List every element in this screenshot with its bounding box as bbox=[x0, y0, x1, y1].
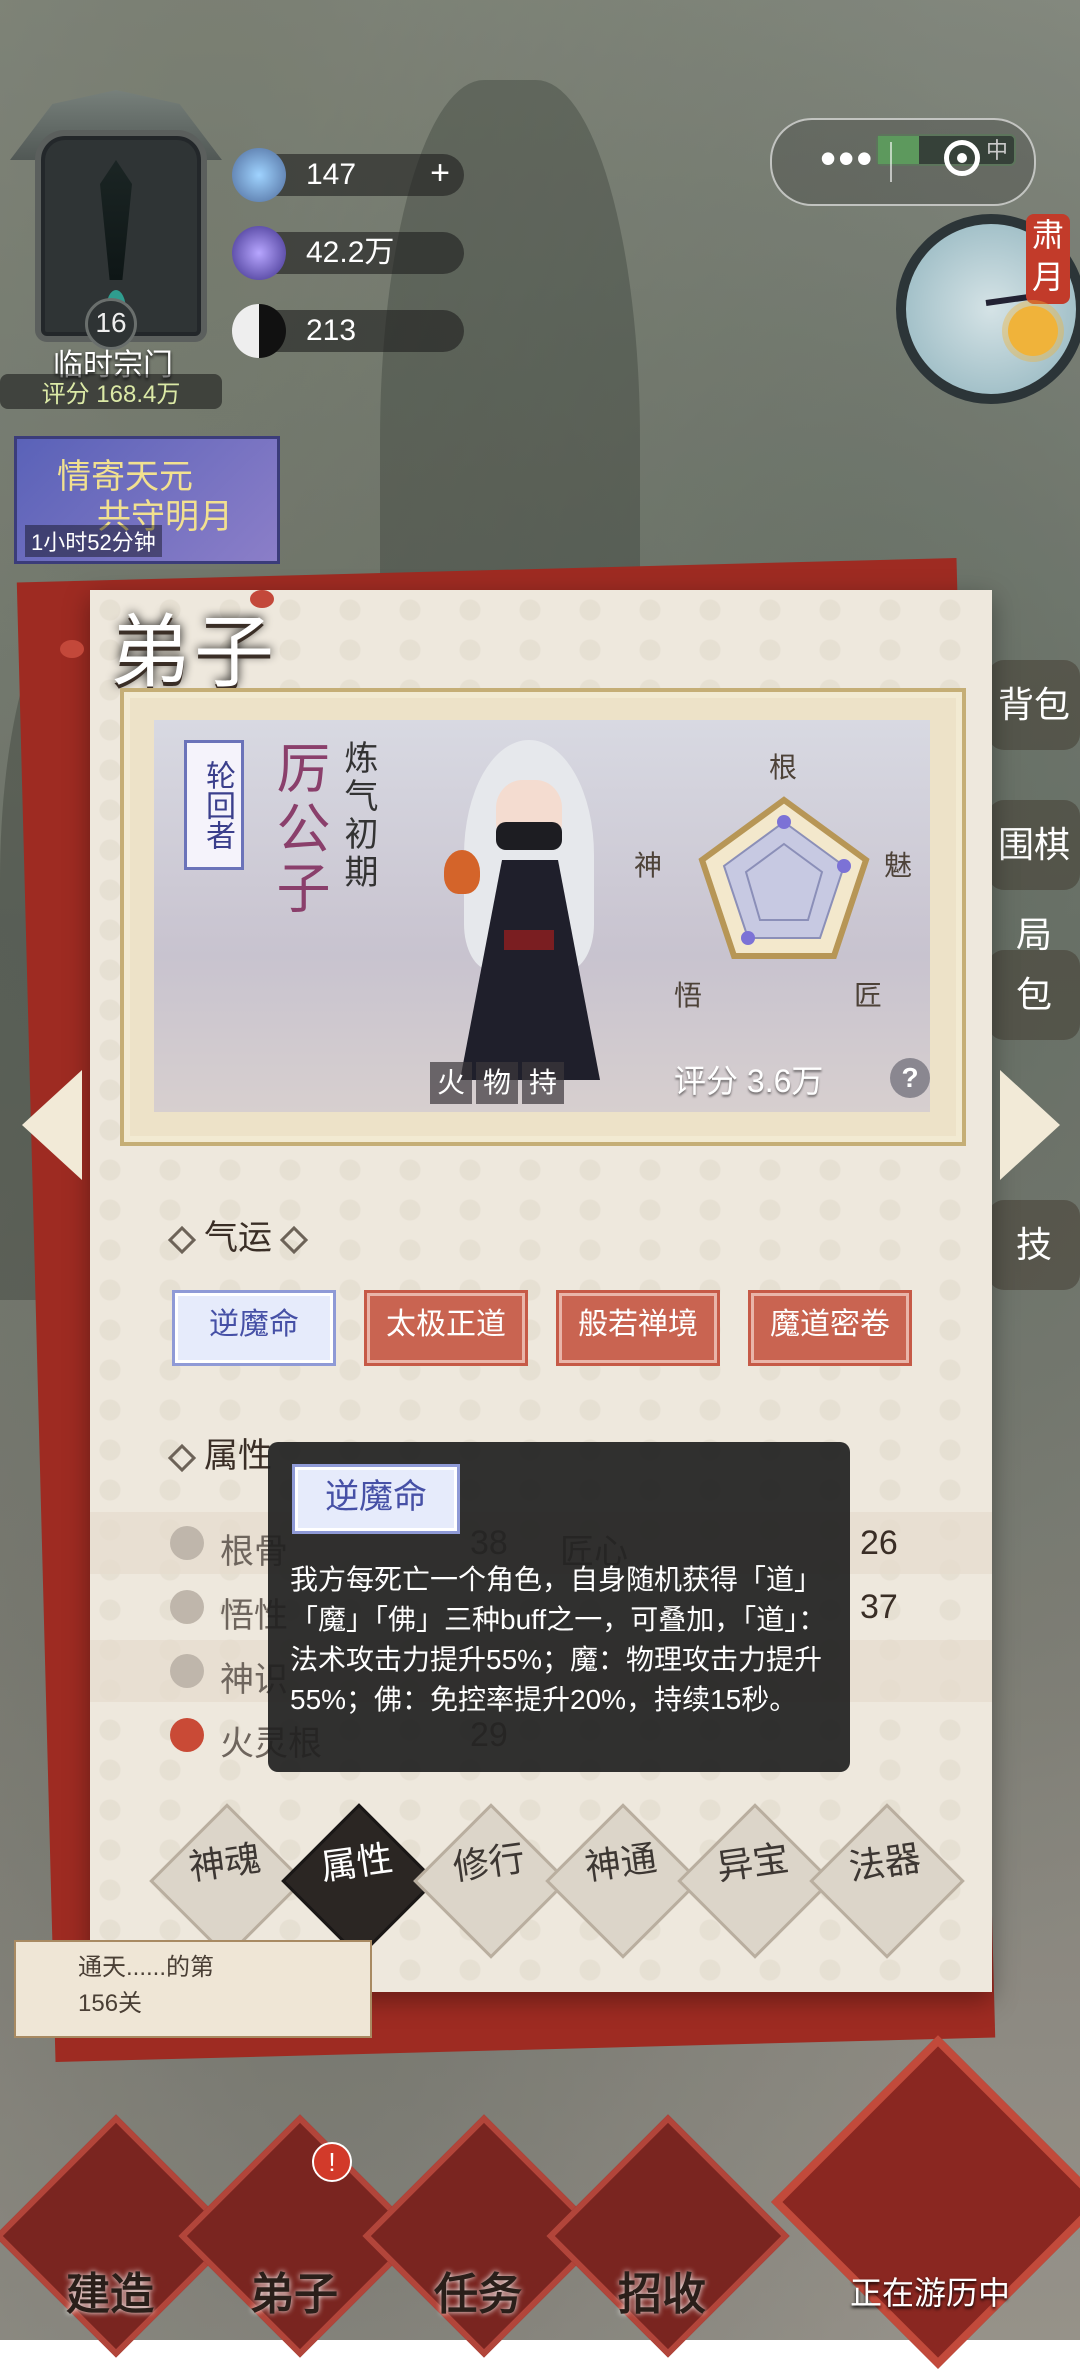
add-icon[interactable]: + bbox=[430, 152, 450, 194]
capsule-divider bbox=[890, 142, 892, 182]
radar-point bbox=[741, 931, 755, 945]
disciple-realm: 炼气初期 bbox=[339, 740, 377, 892]
attr-value-2: 37 bbox=[860, 1588, 898, 1626]
radar-point bbox=[837, 859, 851, 873]
sect-score: 评分 168.4万 bbox=[0, 374, 222, 409]
more-icon[interactable]: ••• bbox=[820, 135, 874, 181]
disciple-card: 轮回者 厉公子 炼气初期 火 物 持 根 魅 匠 悟 神 评分 3.6万 ? bbox=[120, 688, 966, 1146]
cloud-spirit-icon bbox=[232, 148, 286, 202]
fortune-modao[interactable]: 魔道密卷 bbox=[748, 1290, 912, 1366]
fortune-header-label: 气运 bbox=[204, 1219, 272, 1257]
resource-crystal[interactable]: 42.2万 bbox=[232, 226, 464, 280]
travel-label: 正在游历中 bbox=[849, 2275, 1010, 2311]
fortune-taiji[interactable]: 太极正道 bbox=[364, 1290, 528, 1366]
radar-label-spirit: 神 bbox=[634, 849, 663, 882]
fortune-banruo[interactable]: 般若禅境 bbox=[556, 1290, 720, 1366]
disciple-portrait-area[interactable]: 轮回者 厉公子 炼气初期 火 物 持 根 魅 匠 悟 神 评分 3.6万 ? bbox=[154, 720, 930, 1112]
tag-sustain: 持 bbox=[522, 1062, 564, 1104]
yin-yang-icon bbox=[232, 304, 286, 358]
event-line-1: 情寄天元 bbox=[57, 457, 193, 497]
event-timer: 1小时52分钟 bbox=[25, 525, 162, 557]
rank-tag: 轮回者 bbox=[184, 740, 244, 870]
sash bbox=[504, 930, 554, 950]
blossom-decoration bbox=[250, 590, 274, 608]
diamond-icon bbox=[279, 1225, 309, 1255]
resource-value: 213 bbox=[306, 314, 357, 347]
nav-tasks-label: 任务 bbox=[434, 2269, 522, 2320]
quest-level: 156关 bbox=[78, 1990, 143, 2017]
notification-badge: ! bbox=[312, 2142, 352, 2182]
resource-value: 147 bbox=[306, 158, 357, 191]
radar-label-root: 根 bbox=[769, 751, 798, 784]
blossom-decoration bbox=[60, 640, 84, 658]
radar-label-charm: 魅 bbox=[884, 849, 913, 882]
attributes-header: 属性 bbox=[160, 1428, 272, 1477]
spirit-crystal-icon bbox=[232, 226, 286, 280]
dialog-tabs: 神魂 属性 修行 神通 异宝 法器 bbox=[149, 1803, 965, 1959]
miniprogram-capsule[interactable]: ••• bbox=[770, 118, 1036, 206]
radar-point bbox=[777, 815, 791, 829]
nav-build-label: 建造 bbox=[66, 2269, 154, 2320]
fire-root-icon bbox=[170, 1718, 204, 1752]
nav-recruit-label: 招收 bbox=[618, 2269, 706, 2320]
skill-button[interactable]: 技 bbox=[988, 1200, 1080, 1290]
tag-physical: 物 bbox=[476, 1062, 518, 1104]
attr-value-2: 26 bbox=[860, 1524, 898, 1562]
disciple-portrait[interactable] bbox=[444, 740, 614, 1080]
resource-yinyang[interactable]: 213 bbox=[232, 304, 464, 358]
sun-icon bbox=[1008, 306, 1058, 356]
quest-line: 通天......的第 bbox=[78, 1954, 215, 1981]
disciple-name: 厉公子 bbox=[267, 740, 330, 920]
resource-value: 42.2万 bbox=[306, 236, 395, 269]
flame-icon bbox=[444, 850, 480, 894]
diamond-icon bbox=[167, 1443, 197, 1473]
package-button[interactable]: 包 bbox=[988, 950, 1080, 1040]
close-target-icon[interactable] bbox=[944, 140, 980, 176]
event-banner[interactable]: 情寄天元 共守明月 1小时52分钟 bbox=[14, 436, 280, 564]
quest-scroll[interactable]: 通天......的第 156关 bbox=[14, 1940, 372, 2038]
fortune-tooltip: 逆魔命 我方每死亡一个角色，自身随机获得「道」「魔」「佛」三种buff之一，可叠… bbox=[268, 1442, 850, 1772]
diamond-icon bbox=[167, 1225, 197, 1255]
season-label: 肃月 bbox=[1026, 214, 1070, 304]
divine-sense-icon bbox=[170, 1654, 204, 1688]
help-icon[interactable]: ? bbox=[890, 1058, 930, 1098]
insight-icon bbox=[170, 1590, 204, 1624]
attributes-header-label: 属性 bbox=[204, 1437, 272, 1475]
nav-disciples-label: 弟子 bbox=[250, 2269, 338, 2320]
go-board-button[interactable]: 围棋局 bbox=[988, 800, 1080, 955]
tooltip-title: 逆魔命 bbox=[292, 1464, 460, 1534]
radar-label-insight: 悟 bbox=[674, 979, 703, 1012]
radar-label-craft: 匠 bbox=[854, 979, 883, 1012]
fortune-nimoming[interactable]: 逆魔命 bbox=[172, 1290, 336, 1366]
fortune-header: 气运 bbox=[160, 1210, 316, 1259]
bag-button[interactable]: 背包 bbox=[988, 660, 1080, 750]
root-bone-icon bbox=[170, 1526, 204, 1560]
quest-text: 通天......的第 156关 bbox=[78, 1950, 358, 2022]
tag-fire: 火 bbox=[430, 1062, 472, 1104]
tooltip-text: 我方每死亡一个角色，自身随机获得「道」「魔」「佛」三种buff之一，可叠加，「道… bbox=[290, 1564, 827, 1715]
disciple-score: 评分 3.6万 bbox=[674, 1063, 824, 1099]
mask bbox=[496, 822, 562, 850]
resource-cloud[interactable]: 147 + bbox=[232, 148, 464, 202]
